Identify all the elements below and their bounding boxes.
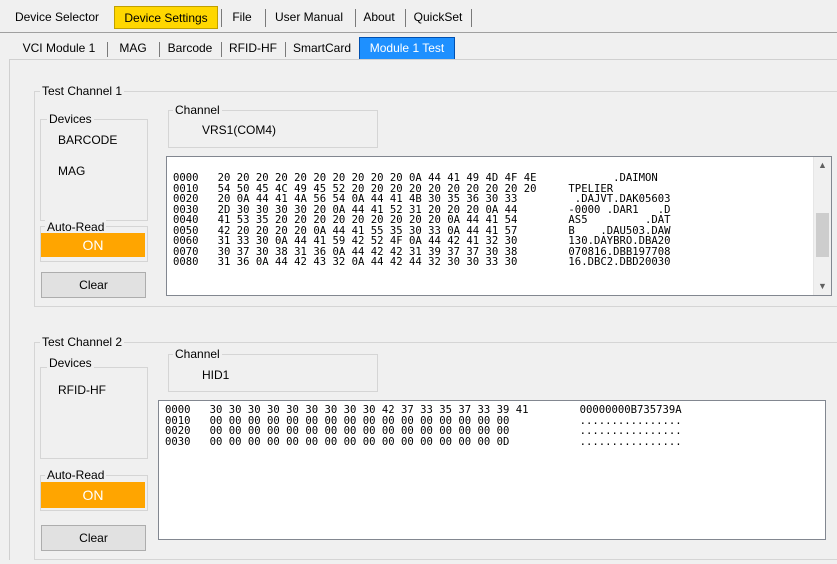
tab-separator bbox=[405, 9, 406, 27]
tab-about[interactable]: About bbox=[358, 6, 400, 28]
tab-device-selector[interactable]: Device Selector bbox=[4, 6, 110, 28]
subtab-smartcard[interactable]: SmartCard bbox=[288, 38, 356, 58]
hex-line: 0000 20 20 20 20 20 20 20 20 20 20 0A 44… bbox=[173, 172, 658, 184]
tab-user-manual[interactable]: User Manual bbox=[268, 6, 350, 28]
clear-button-2[interactable]: Clear bbox=[41, 525, 146, 551]
top-tab-strip: Device Selector Device Settings File Use… bbox=[0, 0, 837, 34]
subtab-separator bbox=[159, 42, 160, 57]
scroll-down-icon[interactable]: ▼ bbox=[814, 278, 831, 295]
vertical-scrollbar-1[interactable]: ▲ ▼ bbox=[813, 157, 831, 295]
autoread-on-button-1[interactable]: ON bbox=[41, 233, 145, 257]
hex-line: 0080 31 36 0A 44 42 43 32 0A 44 42 44 32… bbox=[173, 256, 671, 268]
subtab-separator bbox=[107, 42, 108, 57]
devices-label-2: Devices bbox=[47, 356, 94, 370]
autoread-on-button-2[interactable]: ON bbox=[41, 482, 145, 508]
hex-line: 0020 20 0A 44 41 4A 56 54 0A 44 41 4B 30… bbox=[173, 193, 671, 205]
device-item-barcode[interactable]: BARCODE bbox=[58, 133, 117, 147]
device-item-rfid-hf[interactable]: RFID-HF bbox=[58, 383, 106, 397]
hex-output-1[interactable]: 0000 20 20 20 20 20 20 20 20 20 20 0A 44… bbox=[166, 156, 832, 296]
tab-separator bbox=[221, 9, 222, 27]
scroll-thumb[interactable] bbox=[816, 213, 829, 257]
subtab-mag[interactable]: MAG bbox=[110, 38, 156, 58]
devices-label-1: Devices bbox=[47, 112, 94, 126]
channel-value-1: VRS1(COM4) bbox=[202, 123, 277, 137]
subtab-module-1-test[interactable]: Module 1 Test bbox=[359, 37, 455, 60]
test-channel-2-title: Test Channel 2 bbox=[40, 335, 125, 349]
subtab-vci-module-1[interactable]: VCI Module 1 bbox=[14, 38, 104, 58]
subtab-rfid-hf[interactable]: RFID-HF bbox=[224, 38, 282, 58]
tab-strip-divider bbox=[0, 32, 837, 33]
channel-label-2: Channel bbox=[173, 347, 222, 361]
test-channel-1-title: Test Channel 1 bbox=[40, 84, 125, 98]
tab-separator bbox=[265, 9, 266, 27]
subtab-barcode[interactable]: Barcode bbox=[162, 38, 218, 58]
tab-device-settings[interactable]: Device Settings bbox=[114, 6, 218, 29]
hex-line: 0000 30 30 30 30 30 30 30 30 30 42 37 33… bbox=[165, 404, 682, 416]
device-item-mag[interactable]: MAG bbox=[58, 164, 85, 178]
tab-separator bbox=[471, 9, 472, 27]
tab-quickset[interactable]: QuickSet bbox=[408, 6, 468, 28]
autoread-label-1: Auto-Read bbox=[45, 220, 107, 234]
hex-line: 0040 41 53 35 20 20 20 20 20 20 20 20 20… bbox=[173, 214, 671, 226]
hex-line: 0020 00 00 00 00 00 00 00 00 00 00 00 00… bbox=[165, 425, 682, 437]
tab-separator bbox=[355, 9, 356, 27]
clear-button-1[interactable]: Clear bbox=[41, 272, 146, 298]
subtab-separator bbox=[221, 42, 222, 57]
subtab-separator bbox=[285, 42, 286, 57]
channel-value-2: HID1 bbox=[202, 368, 230, 382]
tab-file[interactable]: File bbox=[224, 6, 260, 28]
scroll-up-icon[interactable]: ▲ bbox=[814, 157, 831, 174]
hex-output-2[interactable]: 0000 30 30 30 30 30 30 30 30 30 42 37 33… bbox=[158, 400, 826, 540]
hex-line: 0060 31 33 30 0A 44 41 59 42 52 4F 0A 44… bbox=[173, 235, 671, 247]
autoread-label-2: Auto-Read bbox=[45, 468, 107, 482]
channel-label-1: Channel bbox=[173, 103, 222, 117]
devices-group-2 bbox=[40, 367, 148, 459]
hex-line: 0030 00 00 00 00 00 00 00 00 00 00 00 00… bbox=[165, 435, 682, 448]
